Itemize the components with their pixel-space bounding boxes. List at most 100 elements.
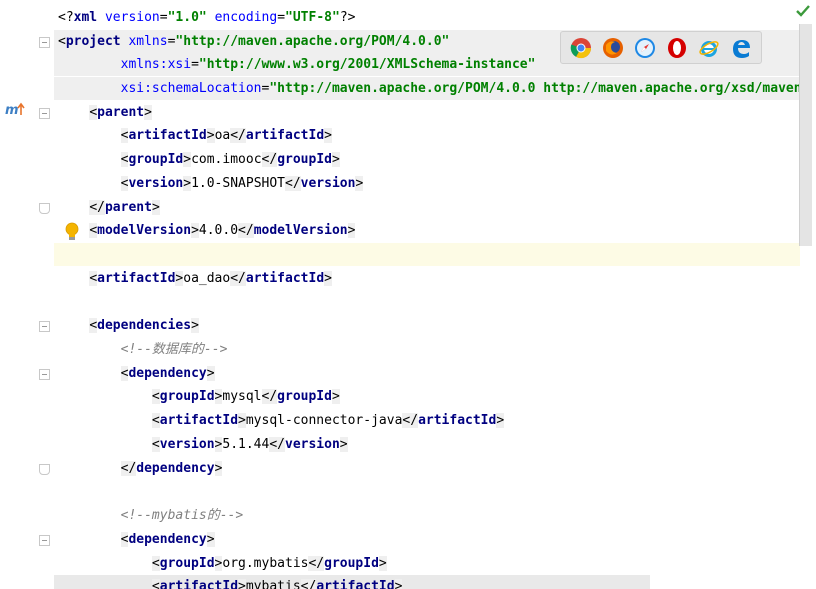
code-token: artifactId [159,413,239,428]
code-line[interactable] [54,243,800,266]
fold-toggle-icon[interactable] [39,108,50,119]
code-line[interactable]: <dependency> [54,528,800,551]
code-token: </ [402,413,419,428]
edge-icon[interactable] [730,37,752,59]
code-token: parent [104,200,152,215]
firefox-icon[interactable] [602,37,624,59]
code-token: groupId [159,389,215,404]
code-token: > [144,105,152,120]
code-token: xsi:schemaLocation [120,81,262,96]
code-line[interactable]: <artifactId>oa</artifactId> [54,124,800,147]
code-token: > [331,152,340,167]
code-token: > [183,176,192,191]
fold-toggle-icon[interactable] [39,369,50,380]
opera-icon[interactable] [666,37,688,59]
code-token: "http://maven.apache.org/POM/4.0.0" [175,34,450,49]
code-token: > [206,532,215,547]
code-token: </ [300,579,317,589]
code-line[interactable]: </parent> [54,196,800,219]
code-token: artifactId [245,271,325,286]
code-token: <!--mybatis的--> [120,508,244,523]
vertical-scrollbar[interactable] [799,24,812,246]
code-line[interactable]: <dependency> [54,362,800,385]
ie-icon[interactable] [698,37,720,59]
code-token: </ [308,556,325,571]
code-token: </ [261,389,278,404]
fold-toggle-icon[interactable] [39,321,50,332]
fold-toggle-icon[interactable] [39,37,50,48]
code-token: encoding [214,10,278,25]
code-line[interactable]: <dependencies> [54,314,800,337]
safari-icon[interactable] [634,37,656,59]
code-token: > [238,579,246,589]
code-line[interactable]: <!--mybatis的--> [54,504,800,527]
code-editor[interactable]: <?xml version="1.0" encoding="UTF-8"?> <p… [54,0,800,589]
lightbulb-icon[interactable] [64,222,80,242]
fold-toggle-icon[interactable] [39,535,50,546]
code-line[interactable]: <artifactId>oa_dao</artifactId> [54,267,800,290]
code-token: groupId [324,556,379,571]
code-line[interactable]: <?xml version="1.0" encoding="UTF-8"?> [54,6,800,29]
code-token: > [324,128,332,143]
code-token: "1.0" [167,10,207,25]
code-token: dependencies [97,318,192,333]
code-token: mysql [222,389,262,404]
code-token: dependency [128,532,207,547]
code-line[interactable]: <groupId>mysql</groupId> [54,385,800,408]
code-token: mysql-connector-java [245,413,403,428]
code-token: oa [214,128,231,143]
code-token: < [58,34,66,49]
code-token: parent [97,105,145,120]
code-token: < [151,437,160,452]
code-token: </ [89,200,105,215]
code-line[interactable]: <version>1.0-SNAPSHOT</version> [54,172,800,195]
code-token: mybatis [245,579,301,589]
code-line[interactable]: <artifactId>mysql-connector-java</artifa… [54,409,800,432]
code-token: artifactId [128,128,207,143]
code-token: <? [58,10,74,25]
code-token: > [355,176,364,191]
inspection-ok-icon[interactable] [796,5,810,17]
code-token: = [277,10,286,25]
editor-gutter: m [0,0,54,589]
code-token: version [128,176,184,191]
code-line[interactable]: <groupId>org.mybatis</groupId> [54,552,800,575]
code-line[interactable]: <modelVersion>4.0.0</modelVersion> [54,219,800,242]
fold-toggle-icon[interactable] [39,464,50,475]
code-token: < [151,389,160,404]
code-token: < [89,105,98,120]
code-token: </ [285,176,301,191]
code-token: "http://www.w3.org/2001/XMLSchema-instan… [198,57,536,72]
code-token: <!--数据库的--> [120,342,228,357]
code-token: modelVersion [97,223,192,238]
code-line[interactable]: <artifactId>mybatis</artifactId> [54,575,650,589]
code-token: > [378,556,387,571]
code-token: dependency [136,461,215,476]
code-line[interactable]: <groupId>com.imooc</groupId> [54,148,800,171]
code-line[interactable]: <!--数据库的--> [54,338,800,361]
code-line[interactable]: <parent> [54,101,800,124]
chrome-icon[interactable] [570,37,592,59]
maven-overriding-icon[interactable]: m [5,101,25,117]
code-token: project [65,34,129,49]
code-token: < [89,223,98,238]
code-token: > [191,318,199,333]
code-token: "http://maven.apache.org/POM/4.0.0 http:… [269,81,800,96]
code-line[interactable]: <version>5.1.44</version> [54,433,800,456]
fold-toggle-icon[interactable] [39,203,50,214]
code-token: < [89,271,98,286]
code-line[interactable]: xsi:schemaLocation="http://maven.apache.… [54,77,800,100]
code-line[interactable]: </dependency> [54,457,800,480]
code-token: = [191,57,199,72]
code-token: groupId [277,152,332,167]
code-token: groupId [159,556,215,571]
code-token: version [104,10,160,25]
